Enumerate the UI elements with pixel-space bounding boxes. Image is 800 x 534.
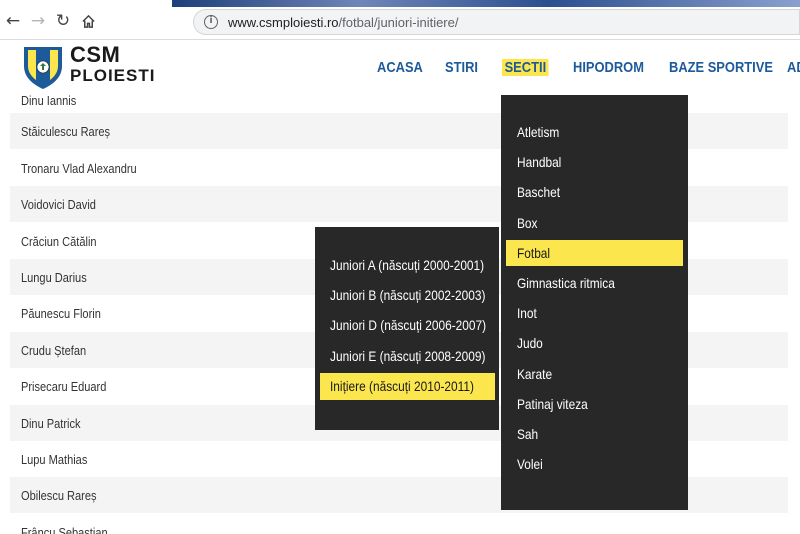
fotbal-submenu-item[interactable]: Juniori A (născuți 2000-2001) [330, 252, 511, 278]
url-path: /fotbal/juniori-initiere/ [338, 14, 459, 30]
menu-item-label: Baschet [517, 184, 561, 201]
menu-item-label: Inițiere (născuți 2010-2011) [330, 378, 474, 395]
nav-ad[interactable]: AD [787, 59, 800, 76]
sectii-item-fotbal[interactable]: Fotbal [506, 239, 683, 266]
url-host: www.csmploiesti.ro [228, 14, 339, 30]
menu-item-label: Judo [517, 335, 543, 352]
main-nav: ACASA STIRI SECTII HIPODROM BAZE SPORTIV… [0, 40, 800, 95]
fotbal-submenu-item[interactable]: Inițiere (născuți 2010-2011) [320, 372, 495, 400]
player-name: Frâncu Sebastian [21, 524, 108, 534]
menu-item-label: Fotbal [517, 244, 551, 261]
sectii-item-handbal[interactable]: Handbal [517, 149, 569, 175]
home-button[interactable] [77, 10, 99, 32]
sectii-item-box[interactable]: Box [517, 210, 541, 236]
menu-item-label: Juniori E (născuți 2008-2009) [330, 347, 486, 364]
nav-hipodrom[interactable]: HIPODROM [573, 59, 644, 76]
reload-button[interactable]: ↻ [52, 10, 74, 32]
player-name: Obilescu Rareș [21, 487, 97, 503]
menu-item-label: Gimnastica ritmica [517, 275, 615, 291]
player-name: Voidovici David [21, 196, 96, 212]
menu-item-label: Volei [517, 456, 543, 473]
reload-icon: ↻ [55, 11, 71, 31]
address-bar[interactable]: i www.csmploiesti.ro/fotbal/juniori-init… [193, 9, 800, 35]
fotbal-submenu-item[interactable]: Juniori D (născuți 2006-2007) [330, 312, 514, 338]
site-header: CSM PLOIESTI ACASA STIRI SECTII HIPODROM… [0, 40, 800, 95]
sectii-item-patinaj-viteza[interactable]: Patinaj viteza [517, 391, 600, 417]
player-name: Dinu Patrick [21, 415, 81, 431]
arrow-right-icon: → [30, 11, 46, 31]
sectii-item-judo[interactable]: Judo [517, 330, 547, 356]
sectii-item-sah[interactable]: Sah [517, 421, 542, 447]
arrow-left-icon: ← [5, 11, 21, 31]
menu-item-label: Inot [517, 305, 537, 322]
tab-strip [172, 0, 800, 7]
player-name: Crudu Ștefan [21, 342, 87, 358]
menu-item-label: Juniori D (născuți 2006-2007) [330, 317, 487, 334]
fotbal-submenu-item[interactable]: Juniori B (născuți 2002-2003) [330, 282, 513, 308]
menu-item-label: Patinaj viteza [517, 395, 588, 412]
menu-item-label: Sah [517, 426, 539, 442]
roster-row: Frâncu Sebastian [10, 514, 788, 534]
menu-item-label: Juniori A (născuți 2000-2001) [330, 257, 485, 273]
sectii-dropdown: Atletism Handbal Baschet Box Fotbal Gimnastic… [501, 95, 688, 510]
url-text: www.csmploiesti.ro/fotbal/juniori-initie… [228, 15, 458, 30]
nav-sectii[interactable]: SECTII [502, 59, 549, 76]
browser-toolbar: ← → ↻ i www.csmploiesti.ro/fotbal/junior… [0, 0, 800, 40]
sectii-item-baschet[interactable]: Baschet [517, 179, 568, 205]
menu-item-label: Juniori B (născuți 2002-2003) [330, 287, 486, 304]
sectii-item-atletism[interactable]: Atletism [517, 119, 567, 145]
fotbal-submenu-item[interactable]: Juniori E (născuți 2008-2009) [330, 343, 513, 369]
player-name: Tronaru Vlad Alexandru [21, 160, 137, 176]
info-icon[interactable]: i [204, 15, 218, 29]
sectii-item-volei[interactable]: Volei [517, 451, 547, 477]
sectii-item-karate[interactable]: Karate [517, 361, 558, 387]
nav-baze-sportive[interactable]: BAZE SPORTIVE [669, 59, 773, 76]
menu-item-label: Karate [517, 365, 553, 382]
nav-acasa[interactable]: ACASA [377, 59, 423, 76]
fotbal-submenu: Juniori A (născuți 2000-2001) Juniori B (… [315, 227, 499, 430]
sectii-item-inot[interactable]: Inot [517, 300, 540, 326]
player-name: Păunescu Florin [21, 305, 101, 321]
player-name: Lungu Darius [21, 269, 87, 285]
menu-item-label: Box [517, 214, 538, 231]
player-name: Crăciun Cătălin [21, 233, 97, 249]
sectii-item-gimnastica-ritmica[interactable]: Gimnastica ritmica [517, 270, 632, 296]
menu-item-label: Atletism [517, 124, 560, 140]
forward-button[interactable]: → [27, 10, 49, 32]
menu-item-label: Handbal [517, 154, 562, 171]
nav-stiri[interactable]: STIRI [445, 59, 478, 76]
player-name: Prisecaru Eduard [21, 378, 107, 394]
home-icon [81, 14, 95, 28]
player-name: Stăiculescu Rareș [21, 123, 111, 139]
back-button[interactable]: ← [2, 10, 24, 32]
player-name: Lupu Mathias [21, 451, 88, 467]
